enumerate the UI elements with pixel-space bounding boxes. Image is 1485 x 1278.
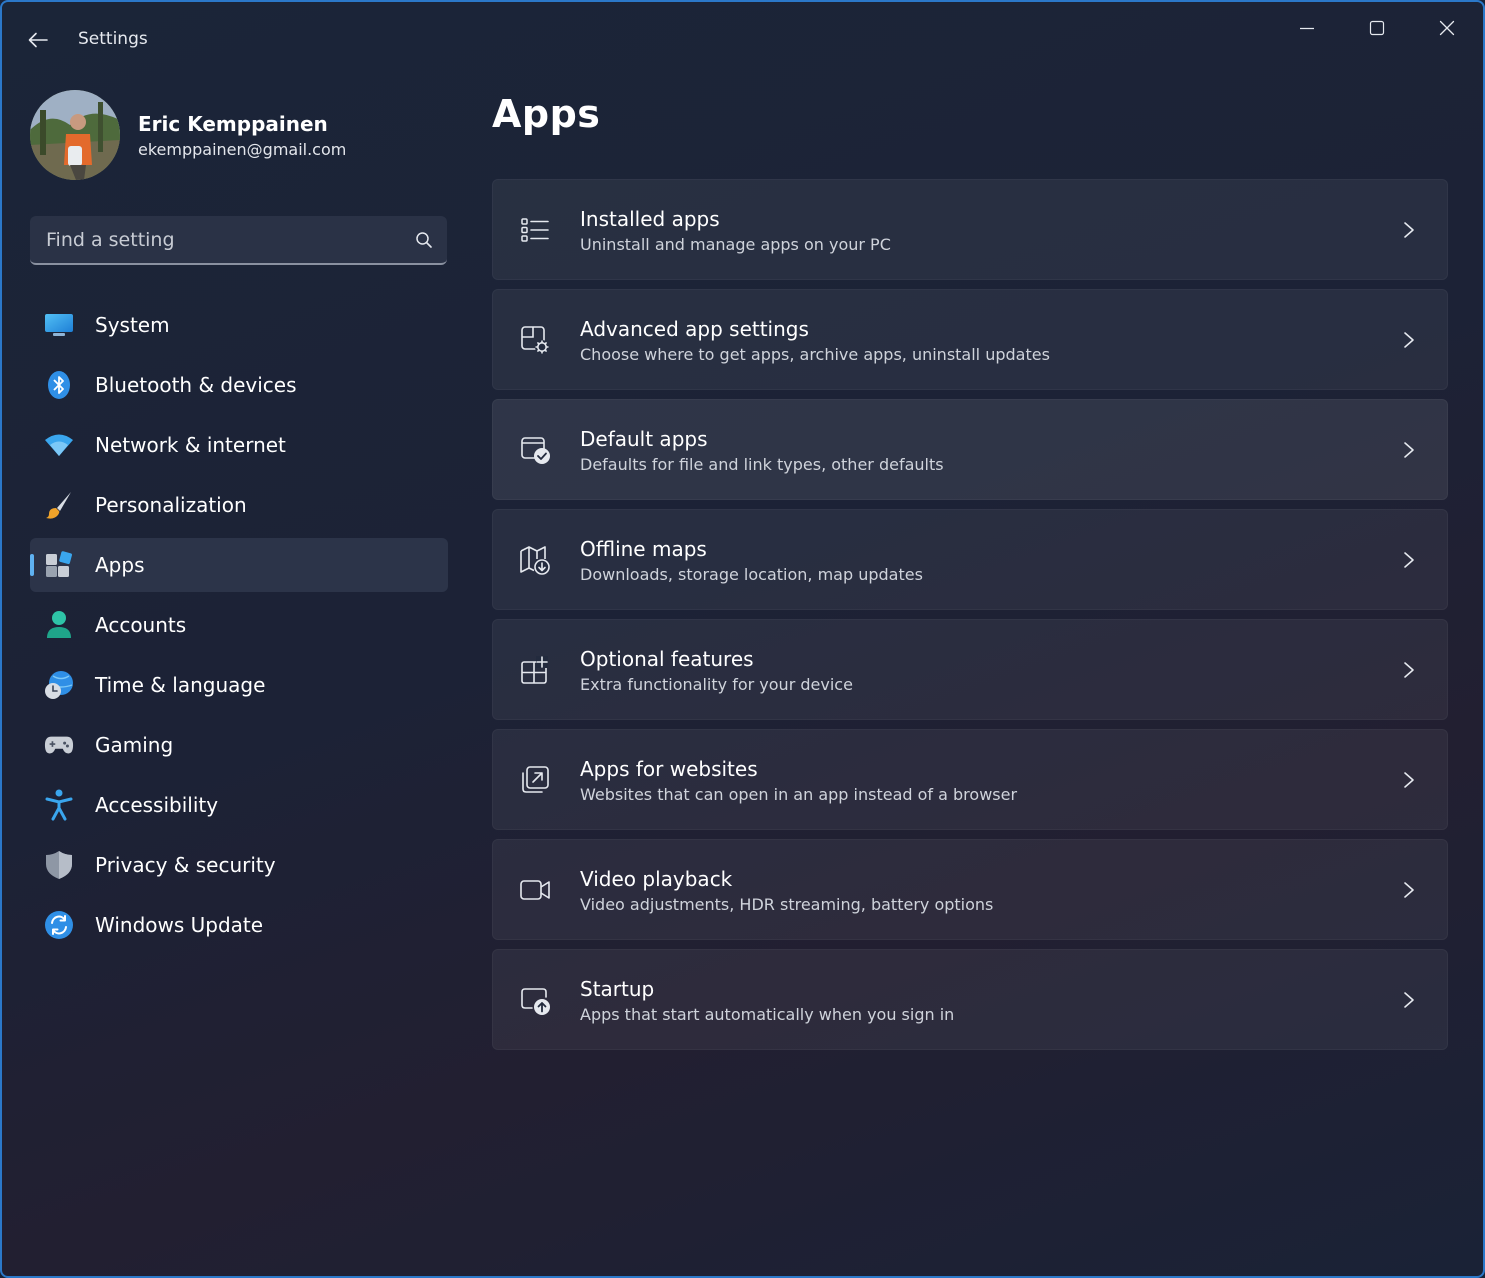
profile-photo bbox=[30, 90, 120, 180]
monitor-icon bbox=[45, 314, 73, 336]
card-title: Advanced app settings bbox=[580, 317, 809, 341]
wifi-icon bbox=[45, 434, 73, 456]
minimize-icon bbox=[1300, 27, 1314, 30]
app-title: Settings bbox=[78, 29, 148, 49]
bluetooth-icon bbox=[48, 371, 70, 399]
page-title: Apps bbox=[492, 92, 601, 136]
video-camera-icon bbox=[520, 880, 550, 900]
card-apps-for-websites[interactable]: Apps for websites Websites that can open… bbox=[492, 729, 1448, 830]
card-startup[interactable]: Startup Apps that start automatically wh… bbox=[492, 949, 1448, 1050]
update-icon bbox=[45, 911, 73, 939]
chevron-right-icon bbox=[1404, 552, 1414, 568]
card-title: Video playback bbox=[580, 867, 733, 891]
chevron-right-icon bbox=[1404, 222, 1414, 238]
sidebar-item-label: Network & internet bbox=[95, 433, 286, 457]
sidebar-item-label: Windows Update bbox=[95, 913, 264, 937]
minimize-button[interactable] bbox=[1278, 8, 1336, 48]
card-title: Optional features bbox=[580, 647, 754, 671]
sidebar-item-label: Accessibility bbox=[95, 793, 219, 817]
card-description: Apps that start automatically when you s… bbox=[580, 1005, 955, 1024]
chevron-right-icon bbox=[1404, 332, 1414, 348]
card-advanced-app-settings[interactable]: Advanced app settings Choose where to ge… bbox=[492, 289, 1448, 390]
person-icon bbox=[47, 611, 71, 638]
card-title: Default apps bbox=[580, 427, 708, 451]
close-button[interactable] bbox=[1418, 8, 1476, 48]
apps-icon bbox=[46, 551, 73, 577]
close-icon bbox=[1439, 20, 1455, 36]
card-title: Installed apps bbox=[580, 207, 720, 231]
card-description: Choose where to get apps, archive apps, … bbox=[580, 345, 1050, 364]
app-gear-icon bbox=[521, 326, 549, 354]
back-button[interactable] bbox=[22, 24, 54, 56]
chevron-right-icon bbox=[1404, 992, 1414, 1008]
sidebar-item-time-language[interactable]: Time & language bbox=[30, 658, 448, 712]
search-box[interactable] bbox=[30, 216, 447, 265]
card-default-apps[interactable]: Default apps Defaults for file and link … bbox=[492, 399, 1448, 500]
card-title: Offline maps bbox=[580, 537, 707, 561]
selection-indicator bbox=[30, 554, 34, 576]
shield-icon bbox=[46, 851, 72, 879]
grid-plus-icon bbox=[521, 656, 548, 684]
sidebar-item-privacy-security[interactable]: Privacy & security bbox=[30, 838, 448, 892]
card-optional-features[interactable]: Optional features Extra functionality fo… bbox=[492, 619, 1448, 720]
list-icon bbox=[521, 218, 549, 242]
search-icon[interactable] bbox=[415, 231, 433, 249]
sidebar-nav: System Bluetooth & devices Network & int… bbox=[30, 298, 448, 958]
sidebar-item-label: Apps bbox=[95, 553, 145, 577]
chevron-right-icon bbox=[1404, 772, 1414, 788]
chevron-right-icon bbox=[1404, 662, 1414, 678]
sidebar-item-apps[interactable]: Apps bbox=[30, 538, 448, 592]
brush-icon bbox=[46, 492, 71, 519]
card-description: Uninstall and manage apps on your PC bbox=[580, 235, 891, 254]
maximize-icon bbox=[1369, 20, 1385, 36]
sidebar-item-bluetooth[interactable]: Bluetooth & devices bbox=[30, 358, 448, 412]
settings-window: Settings Eric Kemppainen ekemppainen@gma… bbox=[0, 0, 1485, 1278]
card-offline-maps[interactable]: Offline maps Downloads, storage location… bbox=[492, 509, 1448, 610]
map-download-icon bbox=[520, 546, 550, 575]
card-title: Startup bbox=[580, 977, 655, 1001]
sidebar-item-label: System bbox=[95, 313, 170, 337]
app-check-icon bbox=[521, 437, 550, 464]
card-video-playback[interactable]: Video playback Video adjustments, HDR st… bbox=[492, 839, 1448, 940]
card-description: Video adjustments, HDR streaming, batter… bbox=[580, 895, 994, 914]
card-description: Websites that can open in an app instead… bbox=[580, 785, 1018, 804]
user-name: Eric Kemppainen bbox=[138, 112, 328, 136]
title-bar: Settings bbox=[2, 2, 1483, 62]
card-installed-apps[interactable]: Installed apps Uninstall and manage apps… bbox=[492, 179, 1448, 280]
avatar[interactable] bbox=[30, 90, 120, 180]
card-description: Extra functionality for your device bbox=[580, 675, 853, 694]
sidebar-item-label: Gaming bbox=[95, 733, 174, 757]
sidebar-item-windows-update[interactable]: Windows Update bbox=[30, 898, 448, 952]
sidebar-item-network[interactable]: Network & internet bbox=[30, 418, 448, 472]
sidebar-item-label: Accounts bbox=[95, 613, 187, 637]
gamepad-icon bbox=[44, 736, 74, 754]
sidebar-item-system[interactable]: System bbox=[30, 298, 448, 352]
sidebar-item-accounts[interactable]: Accounts bbox=[30, 598, 448, 652]
sidebar-item-label: Time & language bbox=[95, 673, 266, 697]
user-email: ekemppainen@gmail.com bbox=[138, 140, 347, 159]
globe-clock-icon bbox=[45, 671, 73, 699]
card-title: Apps for websites bbox=[580, 757, 758, 781]
sidebar-item-label: Personalization bbox=[95, 493, 247, 517]
chevron-right-icon bbox=[1404, 442, 1414, 458]
arrow-left-icon bbox=[28, 32, 48, 48]
sidebar-item-gaming[interactable]: Gaming bbox=[30, 718, 448, 772]
settings-card-list: Installed apps Uninstall and manage apps… bbox=[492, 179, 1448, 1059]
sidebar-item-label: Privacy & security bbox=[95, 853, 276, 877]
sidebar-item-label: Bluetooth & devices bbox=[95, 373, 297, 397]
chevron-right-icon bbox=[1404, 882, 1414, 898]
maximize-button[interactable] bbox=[1348, 8, 1406, 48]
sidebar-item-personalization[interactable]: Personalization bbox=[30, 478, 448, 532]
startup-icon bbox=[521, 988, 550, 1015]
sidebar-item-accessibility[interactable]: Accessibility bbox=[30, 778, 448, 832]
search-input[interactable] bbox=[30, 216, 447, 263]
card-description: Defaults for file and link types, other … bbox=[580, 455, 944, 474]
card-description: Downloads, storage location, map updates bbox=[580, 565, 923, 584]
open-external-icon bbox=[522, 766, 549, 793]
accessibility-icon bbox=[45, 789, 73, 821]
